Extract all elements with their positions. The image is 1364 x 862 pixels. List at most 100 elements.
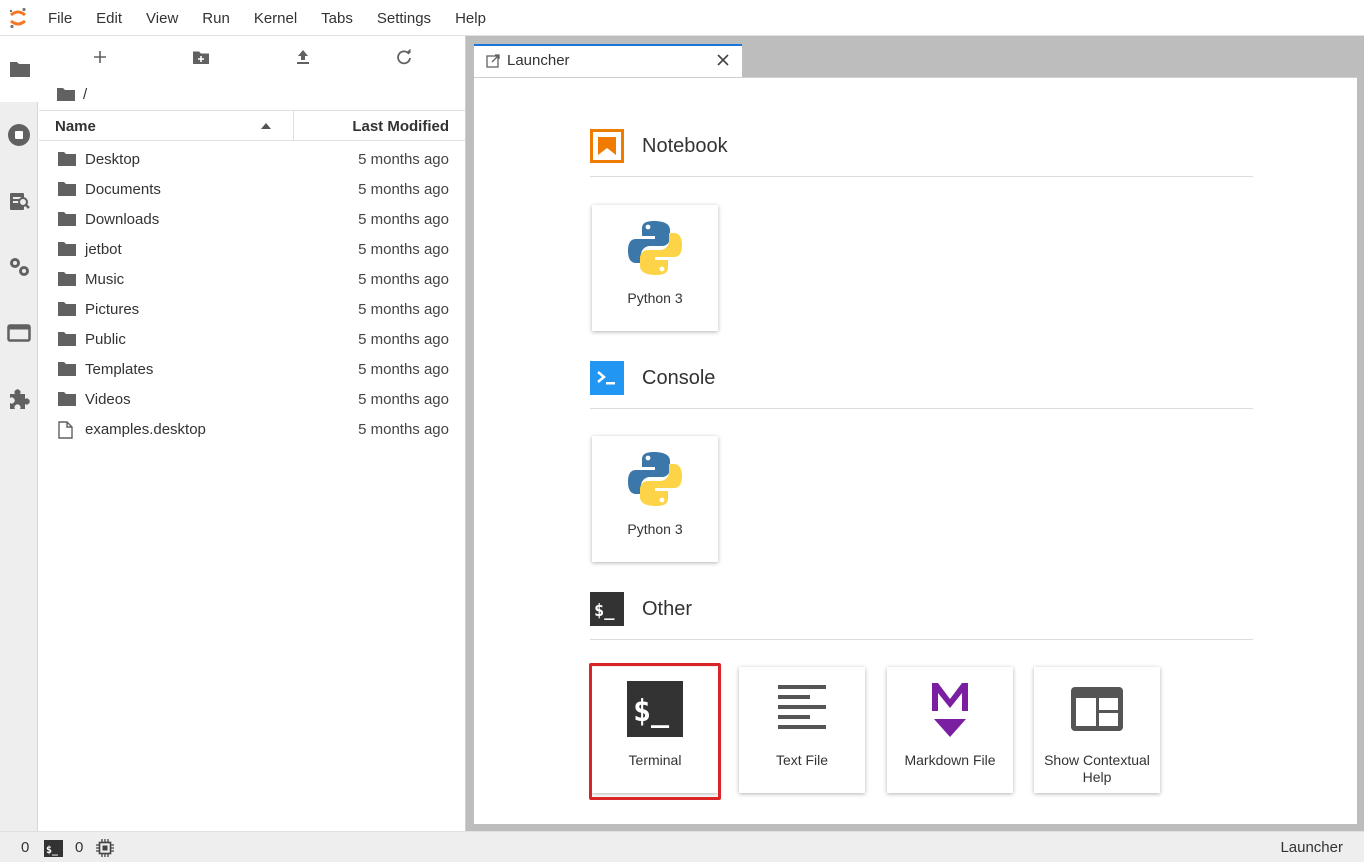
plus-icon xyxy=(93,51,106,63)
breadcrumb-root[interactable]: / xyxy=(83,86,87,103)
text-file-icon xyxy=(778,685,826,729)
card-label: Python 3 xyxy=(627,521,683,537)
new-folder-button[interactable] xyxy=(181,42,221,72)
folder-icon xyxy=(58,302,76,316)
svg-text:$_: $_ xyxy=(594,601,615,621)
file-row[interactable]: Desktop 5 months ago xyxy=(39,144,465,174)
launcher-panel: Notebook Python 3 Console Python 3 $_ Ot… xyxy=(474,77,1357,824)
tabs-icon xyxy=(7,324,31,342)
file-name: Public xyxy=(85,331,126,348)
file-last-modified: 5 months ago xyxy=(358,211,449,228)
file-last-modified: 5 months ago xyxy=(358,151,449,168)
console-section-header: Console xyxy=(590,361,1253,409)
folder-icon xyxy=(58,212,76,226)
file-last-modified: 5 months ago xyxy=(358,361,449,378)
folder-icon xyxy=(58,182,76,196)
breadcrumb: / xyxy=(39,78,465,110)
sort-ascending-icon[interactable] xyxy=(260,122,272,130)
kernels-count[interactable]: 0 xyxy=(21,839,29,856)
file-last-modified: 5 months ago xyxy=(358,241,449,258)
folder-icon xyxy=(58,362,76,376)
terminal-card-highlight xyxy=(589,663,721,800)
close-icon[interactable] xyxy=(716,53,730,67)
terminal-section-icon: $_ xyxy=(590,592,624,626)
card-label: Show Contextual Help xyxy=(1044,752,1150,785)
notebook-python3-card[interactable]: Python 3 xyxy=(592,205,718,331)
upload-button[interactable] xyxy=(283,42,323,72)
open-tabs-tab[interactable] xyxy=(0,300,38,366)
upload-icon xyxy=(296,50,309,64)
console-icon xyxy=(590,361,624,395)
new-launcher-button[interactable] xyxy=(80,42,120,72)
gears-icon xyxy=(10,258,29,276)
console-python3-card[interactable]: Python 3 xyxy=(592,436,718,562)
console-section-title: Console xyxy=(642,367,716,389)
file-row[interactable]: Videos 5 months ago xyxy=(39,384,465,414)
commands-tab[interactable] xyxy=(0,234,38,300)
contextual-help-card[interactable]: Show Contextual Help xyxy=(1034,667,1160,793)
file-name: Templates xyxy=(85,361,154,378)
column-header-name[interactable]: Name xyxy=(55,118,96,135)
svg-text:$_: $_ xyxy=(46,845,59,856)
file-last-modified: 5 months ago xyxy=(358,331,449,348)
folder-icon xyxy=(9,62,30,77)
main-dock-area: Launcher Notebook Python 3 Console Pytho… xyxy=(466,36,1364,831)
file-icon xyxy=(58,421,73,439)
menu-kernel[interactable]: Kernel xyxy=(242,0,309,36)
menu-file[interactable]: File xyxy=(36,0,84,36)
column-resize-handle[interactable] xyxy=(293,111,294,141)
extension-manager-tab[interactable] xyxy=(0,366,38,432)
activity-bar xyxy=(0,36,39,831)
menu-tabs[interactable]: Tabs xyxy=(309,0,365,36)
file-row[interactable]: Music 5 months ago xyxy=(39,264,465,294)
terminal-status-icon[interactable]: $_ xyxy=(44,840,63,857)
file-row[interactable]: jetbot 5 months ago xyxy=(39,234,465,264)
file-row[interactable]: Public 5 months ago xyxy=(39,324,465,354)
folder-icon xyxy=(58,392,76,406)
file-row[interactable]: Documents 5 months ago xyxy=(39,174,465,204)
stop-circle-icon xyxy=(8,124,30,146)
menu-settings[interactable]: Settings xyxy=(365,0,443,36)
markdown-icon xyxy=(932,683,968,737)
running-sessions-tab[interactable] xyxy=(0,102,38,168)
folder-icon xyxy=(58,272,76,286)
contextual-help-icon xyxy=(1071,687,1123,731)
file-row[interactable]: examples.desktop 5 months ago xyxy=(39,414,465,444)
launcher-tab-icon xyxy=(486,54,500,68)
other-section-header: $_ Other xyxy=(590,592,1253,640)
menu-edit[interactable]: Edit xyxy=(84,0,134,36)
file-name: Downloads xyxy=(85,211,160,228)
text-file-card[interactable]: Text File xyxy=(739,667,865,793)
file-last-modified: 5 months ago xyxy=(358,271,449,288)
card-label: Text File xyxy=(775,752,829,768)
file-name: Videos xyxy=(85,391,131,408)
file-browser-tab[interactable] xyxy=(0,36,39,102)
other-section-title: Other xyxy=(642,598,693,620)
file-last-modified: 5 months ago xyxy=(358,181,449,198)
property-inspector-tab[interactable] xyxy=(0,168,38,234)
menu-view[interactable]: View xyxy=(134,0,190,36)
status-bar: 0 $_ 0 Launcher xyxy=(0,831,1364,862)
notebook-section-header: Notebook xyxy=(590,129,1253,177)
home-folder-icon[interactable] xyxy=(57,87,75,101)
refresh-button[interactable] xyxy=(384,42,424,72)
notebook-icon xyxy=(590,129,624,163)
refresh-icon xyxy=(397,49,412,65)
menu-run[interactable]: Run xyxy=(190,0,242,36)
tab-label: Launcher xyxy=(507,52,570,69)
markdown-file-card[interactable]: Markdown File xyxy=(887,667,1013,793)
file-list: Desktop 5 months ago Documents 5 months ago… xyxy=(39,141,465,444)
folder-icon xyxy=(58,332,76,346)
file-name: Pictures xyxy=(85,301,140,318)
menu-help[interactable]: Help xyxy=(443,0,498,36)
memory-chip-icon[interactable] xyxy=(96,839,114,857)
folder-icon xyxy=(58,152,76,166)
file-row[interactable]: Pictures 5 months ago xyxy=(39,294,465,324)
file-row[interactable]: Downloads 5 months ago xyxy=(39,204,465,234)
file-row[interactable]: Templates 5 months ago xyxy=(39,354,465,384)
column-header-last-modified[interactable]: Last Modified xyxy=(352,118,449,135)
tab-launcher[interactable]: Launcher xyxy=(474,44,742,77)
terminals-count[interactable]: 0 xyxy=(75,839,83,856)
file-name: jetbot xyxy=(85,241,122,258)
file-name: Documents xyxy=(85,181,161,198)
